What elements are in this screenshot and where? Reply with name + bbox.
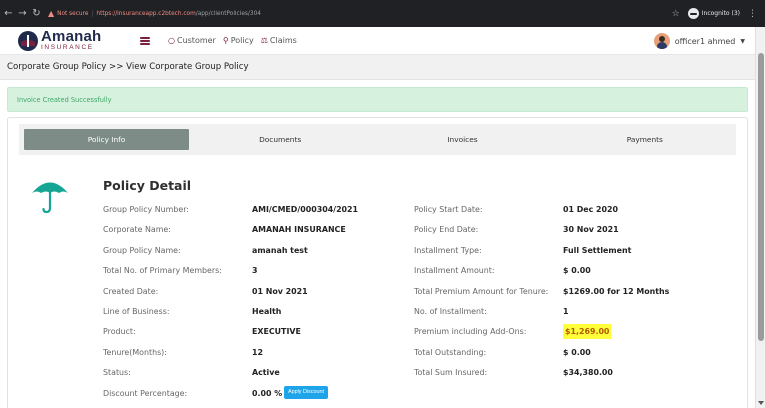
forward-arrow-icon[interactable]: → <box>17 8 28 19</box>
detail-row: Total No. of Primary Members: 3 Installm… <box>8 263 749 278</box>
detail-row: Group Policy Number: AMI/CMED/000304/202… <box>8 202 749 217</box>
success-alert: Invoice Created Successfully <box>7 87 748 112</box>
discount-value: 0.00 % <box>252 388 283 398</box>
detail-label: Group Policy Name: <box>103 245 181 255</box>
reload-icon[interactable]: ↻ <box>31 8 42 19</box>
detail-label: Total No. of Primary Members: <box>103 266 222 276</box>
detail-label: Total Outstanding: <box>414 347 487 357</box>
detail-value: Health <box>252 307 282 316</box>
tab-payments[interactable]: Payments <box>554 129 736 150</box>
tab-policy-info[interactable]: Policy Info <box>24 129 189 150</box>
detail-value: 01 Dec 2020 <box>563 205 619 214</box>
detail-label: Created Date: <box>103 286 159 296</box>
detail-value: $1269.00 for 12 Months <box>563 286 670 296</box>
incognito-label: Incognito (3) <box>701 10 740 17</box>
bookmark-star-icon[interactable]: ☆ <box>672 9 680 19</box>
nav-customer-label: Customer <box>176 36 216 45</box>
detail-label: Installment Type: <box>414 245 482 255</box>
detail-value: Full Settlement <box>563 245 632 255</box>
url-path: /app/clientPolicies/304 <box>195 10 261 17</box>
detail-value: EXECUTIVE <box>252 327 301 337</box>
detail-row: Group Policy Name: amanah test Installme… <box>8 243 749 258</box>
detail-row: Line of Business: Health No. of Installm… <box>8 304 749 319</box>
detail-value: AMI/CMED/000304/2021 <box>252 205 359 214</box>
warning-icon: ▲ <box>48 9 55 18</box>
nav-claims-label: Claims <box>269 36 297 45</box>
detail-row: Corporate Name: AMANAH INSURANCE Policy … <box>8 222 749 237</box>
detail-label: Product: <box>103 327 136 337</box>
logo-subtitle: INSURANCE <box>41 44 94 52</box>
detail-label: Tenure(Months): <box>103 347 167 357</box>
separator: | <box>91 10 94 17</box>
browser-toolbar: ← → ↻ ▲ Not secure | https://insuranceap… <box>0 0 765 27</box>
logo-name: Amanah <box>41 28 102 46</box>
more-menu-icon[interactable]: ⋮ <box>748 9 757 19</box>
nav-claims[interactable]: ⚖ Claims <box>261 36 297 45</box>
detail-label: Total Premium Amount for Tenure: <box>414 286 549 296</box>
user-menu[interactable]: officer1 ahmed ▼ <box>653 27 745 55</box>
detail-value: $ 0.00 <box>563 347 591 357</box>
user-name: officer1 ahmed <box>674 36 736 46</box>
detail-row: Product: EXECUTIVE Premium including Add… <box>8 324 749 340</box>
detail-row: Tenure(Months): 12 Total Outstanding: $ … <box>8 345 749 360</box>
avatar <box>653 33 670 49</box>
detail-value-highlighted: $1,269.00 <box>563 324 612 340</box>
tab-invoices[interactable]: Invoices <box>371 129 553 150</box>
incognito-icon <box>687 8 699 19</box>
detail-value: 3 <box>252 266 258 276</box>
detail-row: Discount Percentage: 0.00 % Apply Discou… <box>8 385 749 401</box>
nav-policy-label: Policy <box>230 36 254 45</box>
scrollbar-thumb[interactable] <box>758 53 764 341</box>
detail-value: AMANAH INSURANCE <box>252 225 346 235</box>
address-bar[interactable]: ▲ Not secure | https://insuranceapp.c2bt… <box>48 5 261 23</box>
detail-label: Policy Start Date: <box>414 205 483 214</box>
breadcrumb: Corporate Group Policy >> View Corporate… <box>0 55 755 80</box>
logo-text: Amanah INSURANCE <box>41 29 101 52</box>
detail-label: Policy End Date: <box>414 225 479 235</box>
nav-policy[interactable]: ⚲ Policy <box>223 36 254 45</box>
apply-discount-button[interactable]: Apply Discount <box>284 385 328 399</box>
scroll-down-arrow-icon[interactable] <box>758 401 764 405</box>
detail-row: Created Date: 01 Nov 2021 Total Premium … <box>8 284 749 299</box>
tab-documents[interactable]: Documents <box>189 129 371 150</box>
url-host: https://insuranceapp.c2btech.com <box>96 10 196 17</box>
detail-label: Corporate Name: <box>103 225 171 235</box>
detail-label: Group Policy Number: <box>103 205 189 214</box>
security-label: Not secure <box>57 10 89 17</box>
detail-value: 12 <box>252 347 263 357</box>
company-logo[interactable]: Amanah INSURANCE <box>18 28 128 54</box>
detail-value: amanah test <box>252 245 308 255</box>
detail-label: Status: <box>103 368 131 378</box>
logo-emblem-icon <box>18 30 38 51</box>
detail-label: Total Sum Insured: <box>414 368 488 378</box>
detail-value: $ 0.00 <box>563 266 591 276</box>
top-navigation: ○ Customer ⚲ Policy ⚖ Claims <box>168 36 297 45</box>
detail-label: Line of Business: <box>103 307 170 316</box>
detail-value: Active <box>252 368 280 378</box>
detail-label: Discount Percentage: <box>103 388 188 398</box>
hamburger-menu-icon[interactable] <box>140 36 150 45</box>
detail-row: Status: Active Total Sum Insured: $34,38… <box>8 365 749 380</box>
app-header: Amanah INSURANCE ○ Customer ⚲ Policy ⚖ C… <box>0 27 755 55</box>
policy-card: Policy Info Documents Invoices Payments … <box>7 117 748 408</box>
page-scrollbar[interactable] <box>755 27 765 408</box>
browser-actions: ☆ Incognito (3) ⋮ <box>672 0 757 27</box>
tab-bar: Policy Info Documents Invoices Payments <box>19 124 736 155</box>
detail-label: No. of Installment: <box>414 307 487 316</box>
incognito-indicator[interactable]: Incognito (3) <box>687 8 740 19</box>
detail-value: 1 <box>563 307 569 316</box>
policy-icon: ⚲ <box>222 36 229 45</box>
claims-icon: ⚖ <box>260 36 268 45</box>
chevron-down-icon: ▼ <box>740 37 745 45</box>
detail-label: Installment Amount: <box>414 266 495 276</box>
customer-icon: ○ <box>168 36 175 45</box>
detail-label: Premium including Add-Ons: <box>414 327 527 337</box>
detail-value: 30 Nov 2021 <box>563 225 619 235</box>
policy-detail-title: Policy Detail <box>103 178 192 193</box>
nav-customer[interactable]: ○ Customer <box>168 36 216 45</box>
detail-value: 01 Nov 2021 <box>252 286 308 296</box>
detail-value: $34,380.00 <box>563 368 613 378</box>
back-arrow-icon[interactable]: ← <box>3 8 14 19</box>
